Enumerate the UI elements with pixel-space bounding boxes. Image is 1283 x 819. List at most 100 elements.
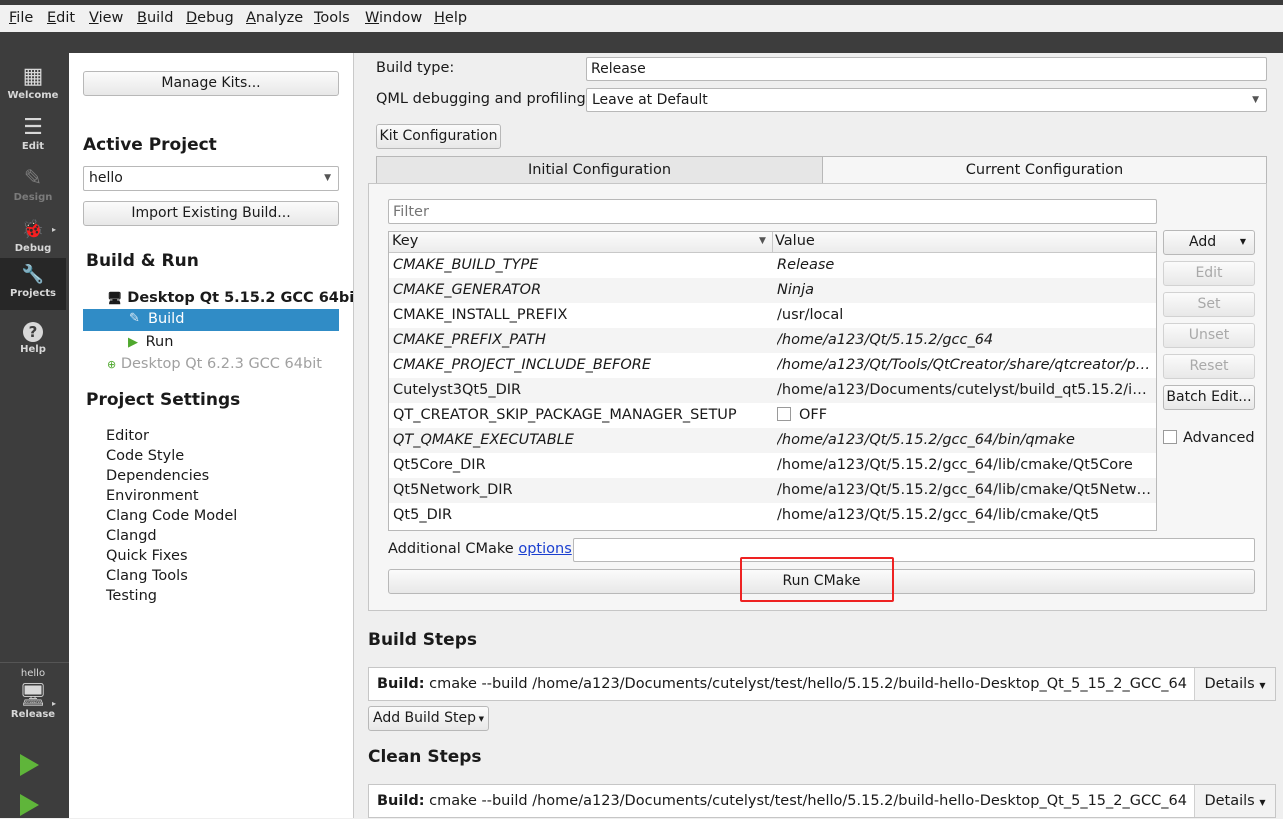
kit-active[interactable]: 🖥 Desktop Qt 5.15.2 GCC 64bit (107, 290, 361, 306)
options-link[interactable]: options (518, 541, 571, 557)
target-arrow-icon: ▸ (52, 699, 57, 708)
hammer-icon: ✎ (129, 311, 140, 326)
mode-welcome[interactable]: ▦ Welcome (0, 60, 66, 110)
table-row[interactable]: QT_CREATOR_SKIP_PACKAGE_MANAGER_SETUP OFF (389, 403, 1156, 428)
row-value[interactable]: /usr/local (777, 307, 1151, 323)
build-type-label: Build type: (376, 60, 455, 76)
chevron-down-icon: ▼ (1259, 681, 1266, 690)
row-key: CMAKE_PROJECT_INCLUDE_BEFORE (393, 357, 651, 373)
settings-clang-code-model[interactable]: Clang Code Model (106, 508, 237, 524)
clean-step: Build: cmake --build /home/a123/Document… (368, 784, 1276, 818)
table-row[interactable]: CMAKE_PROJECT_INCLUDE_BEFORE/home/a123/Q… (389, 353, 1156, 378)
build-step-command: cmake --build /home/a123/Documents/cutel… (424, 676, 1187, 692)
mode-edit[interactable]: ☰ Edit (0, 111, 66, 161)
build-type-field[interactable]: Release (586, 57, 1267, 81)
mode-debug[interactable]: 🐞 Debug (0, 213, 66, 263)
cmake-variables-table[interactable]: Key ▼ Value CMAKE_BUILD_TYPE Release CMAKE… (388, 231, 1157, 531)
import-build-button[interactable]: Import Existing Build... (83, 201, 339, 226)
settings-dependencies[interactable]: Dependencies (106, 468, 209, 484)
column-key[interactable]: Key (392, 233, 418, 249)
menu-edit[interactable]: Edit (47, 10, 75, 26)
table-row[interactable]: Qt5_DIR/home/a123/Qt/5.15.2/gcc_64/lib/c… (389, 503, 1156, 528)
target-selector[interactable]: hello 🖥 Release (0, 666, 66, 736)
row-value[interactable]: /home/a123/Qt/5.15.2/gcc_64/lib/cmake/Qt… (777, 482, 1151, 498)
tab-initial-configuration[interactable]: Initial Configuration (376, 156, 823, 184)
sort-arrow-icon: ▼ (759, 236, 766, 246)
add-build-step-button[interactable]: Add Build Step ▼ (368, 706, 489, 731)
row-value[interactable]: /home/a123/Qt/5.15.2/gcc_64/lib/cmake/Qt… (777, 507, 1151, 523)
mode-help[interactable]: ? Help (0, 314, 66, 364)
table-row[interactable]: Cutelyst3Qt5_DIR/home/a123/Documents/cut… (389, 378, 1156, 403)
menu-tools[interactable]: Tools (314, 10, 350, 26)
row-key: CMAKE_BUILD_TYPE (393, 257, 539, 273)
bug-icon: 🐞 (21, 219, 45, 240)
row-value[interactable]: /home/a123/Qt/Tools/QtCreator/share/qtcr… (777, 357, 1151, 373)
menu-window[interactable]: Window (365, 10, 422, 26)
manage-kits-button[interactable]: Manage Kits... (83, 71, 339, 96)
debug-run-icon[interactable] (20, 794, 39, 816)
table-row[interactable]: QT_QMAKE_EXECUTABLE/home/a123/Qt/5.15.2/… (389, 428, 1156, 453)
settings-quick-fixes[interactable]: Quick Fixes (106, 548, 188, 564)
mode-projects[interactable]: 🔧 Projects (0, 258, 66, 310)
column-value[interactable]: Value (775, 233, 815, 249)
build-step-details-button[interactable]: Details ▼ (1194, 668, 1275, 700)
computer-icon: 🖥 (107, 291, 123, 305)
set-button[interactable]: Set (1163, 292, 1255, 317)
advanced-checkbox[interactable]: Advanced (1163, 430, 1255, 446)
run-item[interactable]: ▶ Run (128, 334, 173, 350)
build-item[interactable]: ✎ Build (83, 309, 339, 331)
table-row[interactable]: Qt5Core_DIR/home/a123/Qt/5.15.2/gcc_64/l… (389, 453, 1156, 478)
settings-clangd[interactable]: Clangd (106, 528, 157, 544)
run-icon[interactable] (20, 754, 39, 776)
additional-options-label: Additional CMake options: (388, 541, 577, 557)
settings-code-style[interactable]: Code Style (106, 448, 184, 464)
settings-environment[interactable]: Environment (106, 488, 199, 504)
checkbox-icon[interactable] (777, 407, 791, 421)
mode-design[interactable]: ✎ Design (0, 162, 66, 212)
pencil-icon: ✎ (23, 166, 43, 191)
chevron-down-icon: ▼ (1252, 95, 1259, 105)
clean-step-details-button[interactable]: Details ▼ (1194, 785, 1275, 817)
filter-input[interactable] (388, 199, 1157, 224)
add-button[interactable]: Add ▼ (1163, 230, 1255, 255)
menu-view[interactable]: View (89, 10, 123, 26)
menu-build[interactable]: Build (137, 10, 173, 26)
chevron-down-icon: ▼ (478, 715, 484, 723)
kit-configuration-button[interactable]: Kit Configuration (376, 124, 501, 149)
table-row[interactable]: CMAKE_BUILD_TYPE Release (389, 253, 1156, 278)
menu-file[interactable]: File (9, 10, 33, 26)
highlight-box (740, 557, 894, 602)
qml-debugging-combo[interactable]: Leave at Default ▼ (586, 88, 1267, 112)
table-row[interactable]: CMAKE_INSTALL_PREFIX/usr/local (389, 303, 1156, 328)
mode-selector: ▦ Welcome ☰ Edit ✎ Design 🐞 Debug ▸ 🔧 Pr… (0, 32, 69, 818)
menu-debug[interactable]: Debug (186, 10, 234, 26)
edit-button[interactable]: Edit (1163, 261, 1255, 286)
tab-current-configuration[interactable]: Current Configuration (822, 156, 1267, 184)
row-value[interactable]: Ninja (777, 282, 1151, 298)
reset-button[interactable]: Reset (1163, 354, 1255, 379)
build-step: Build: cmake --build /home/a123/Document… (368, 667, 1276, 701)
settings-clang-tools[interactable]: Clang Tools (106, 568, 188, 584)
chevron-down-icon: ▼ (1239, 237, 1246, 246)
row-value[interactable]: OFF (777, 407, 1151, 423)
batch-edit-button[interactable]: Batch Edit... (1163, 385, 1255, 410)
settings-editor[interactable]: Editor (106, 428, 149, 444)
kit-inactive[interactable]: ⊕ Desktop Qt 6.2.3 GCC 64bit (107, 356, 322, 372)
row-value[interactable]: /home/a123/Qt/5.15.2/gcc_64/lib/cmake/Qt… (777, 457, 1151, 473)
wrench-icon: 🔧 (21, 264, 45, 285)
row-value[interactable]: Release (777, 257, 1151, 273)
table-row[interactable]: CMAKE_GENERATOR Ninja (389, 278, 1156, 303)
additional-options-field[interactable] (573, 538, 1255, 562)
project-combo[interactable]: hello ▼ (83, 166, 339, 191)
table-row[interactable]: CMAKE_PREFIX_PATH/home/a123/Qt/5.15.2/gc… (389, 328, 1156, 353)
unset-button[interactable]: Unset (1163, 323, 1255, 348)
grid-icon: ▦ (22, 64, 44, 89)
menu-help[interactable]: Help (434, 10, 467, 26)
table-row[interactable]: Qt5Network_DIR/home/a123/Qt/5.15.2/gcc_6… (389, 478, 1156, 503)
settings-testing[interactable]: Testing (106, 588, 157, 604)
row-value[interactable]: /home/a123/Qt/5.15.2/gcc_64/bin/qmake (777, 432, 1151, 448)
chevron-down-icon: ▼ (324, 173, 331, 183)
menu-analyze[interactable]: Analyze (246, 10, 303, 26)
row-value[interactable]: /home/a123/Qt/5.15.2/gcc_64 (777, 332, 1151, 348)
row-value[interactable]: /home/a123/Documents/cutelyst/build_qt5.… (777, 382, 1151, 398)
